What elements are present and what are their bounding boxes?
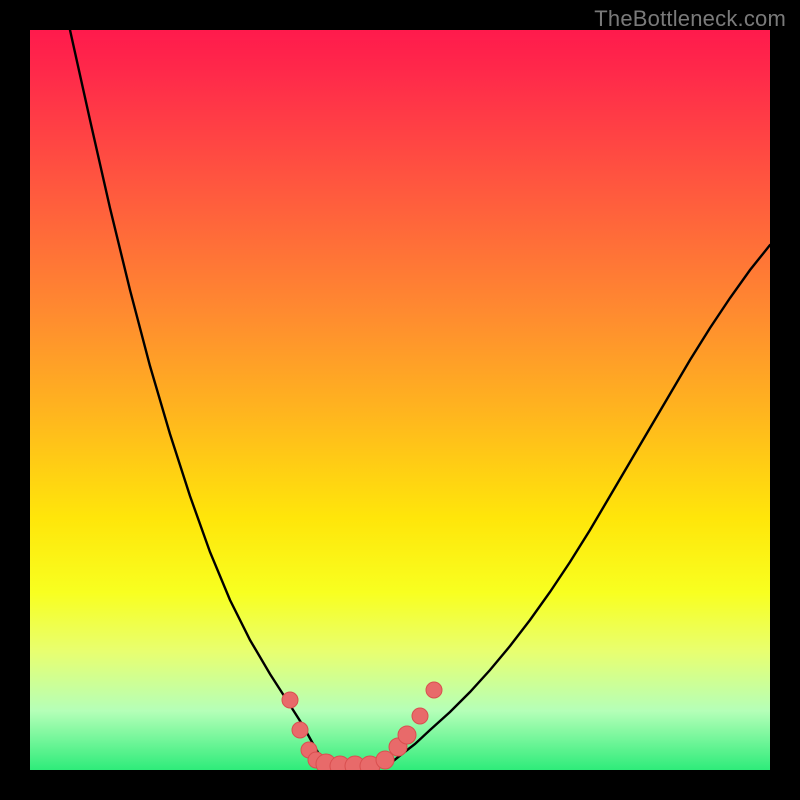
watermark-text: TheBottleneck.com <box>594 6 786 32</box>
chart-background-gradient <box>30 30 770 770</box>
chart-frame <box>30 30 770 770</box>
